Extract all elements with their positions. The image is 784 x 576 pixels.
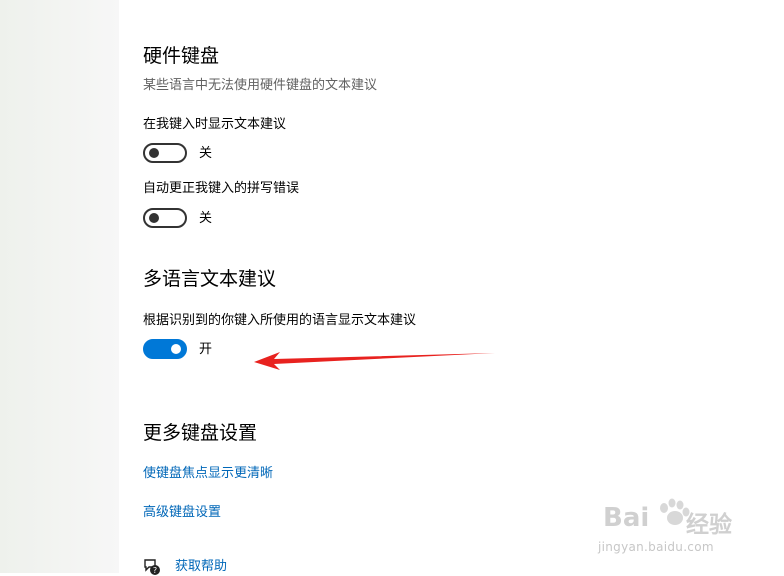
link-keyboard-focus-visibility[interactable]: 使键盘焦点显示更清晰	[143, 465, 273, 483]
show-text-suggestions-state: 关	[199, 146, 213, 161]
navigation-sidebar	[0, 0, 119, 573]
section-heading-hardware-keyboard: 硬件键盘	[143, 45, 220, 67]
toggle-knob	[149, 148, 159, 158]
watermark-brand: Bai	[603, 503, 650, 533]
watermark-url: jingyan.baidu.com	[598, 540, 714, 554]
toggle-knob	[149, 213, 159, 223]
multilingual-suggestions-state: 开	[199, 342, 213, 357]
annotation-arrow-shape	[254, 352, 495, 370]
watermark-brand-suffix: 经验	[686, 512, 732, 538]
annotation-arrow	[254, 352, 495, 370]
get-help-link[interactable]: 获取帮助	[175, 558, 227, 576]
autocorrect-label: 自动更正我键入的拼写错误	[143, 181, 300, 196]
toggle-knob	[171, 344, 181, 354]
show-text-suggestions-toggle[interactable]	[143, 143, 187, 163]
multilingual-suggestions-label: 根据识别到的你键入所使用的语言显示文本建议	[143, 313, 417, 328]
svg-text:?: ?	[153, 566, 157, 575]
hardware-keyboard-description: 某些语言中无法使用硬件键盘的文本建议	[143, 78, 378, 93]
autocorrect-toggle[interactable]	[143, 208, 187, 228]
multilingual-suggestions-toggle[interactable]	[143, 339, 187, 359]
section-heading-multilingual: 多语言文本建议	[143, 268, 277, 290]
show-text-suggestions-label: 在我键入时显示文本建议	[143, 117, 287, 132]
section-heading-more-keyboard-settings: 更多键盘设置	[143, 422, 258, 444]
link-advanced-keyboard-settings[interactable]: 高级键盘设置	[143, 504, 221, 522]
help-chat-icon: ?	[144, 559, 160, 575]
autocorrect-state: 关	[199, 211, 213, 226]
